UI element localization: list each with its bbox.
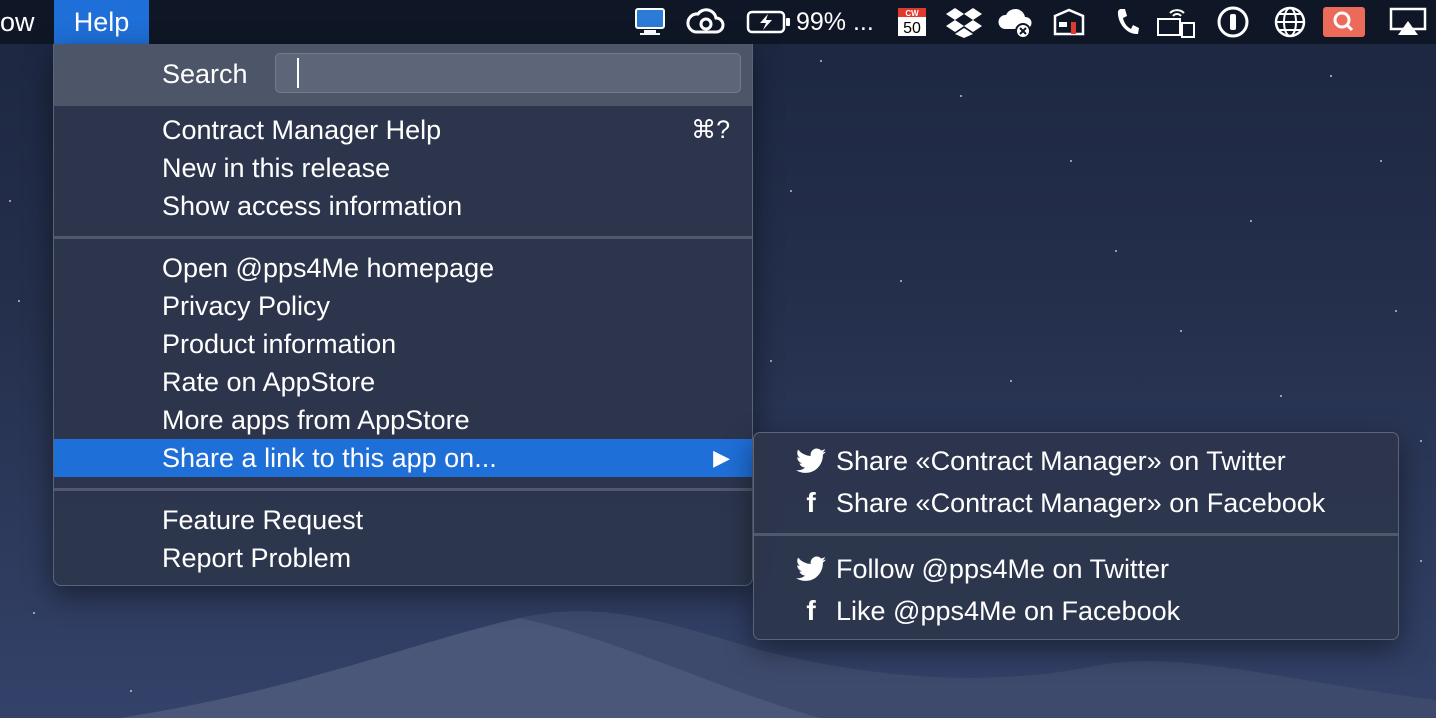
submenu-item-label: Share «Contract Manager» on Facebook	[836, 488, 1326, 518]
submenu-item-label: Follow @pps4Me on Twitter	[836, 554, 1170, 584]
submenu-item-label: Like @pps4Me on Facebook	[836, 596, 1181, 626]
menu-item-label: Contract Manager Help	[162, 115, 442, 145]
menu-item-rate-on-appstore[interactable]: Rate on AppStore	[54, 363, 752, 401]
globe-icon[interactable]	[1272, 6, 1308, 38]
menu-separator	[54, 488, 752, 491]
menu-item-label: Feature Request	[162, 505, 364, 535]
menu-item-label: Report Problem	[162, 543, 352, 573]
creative-cloud-icon[interactable]	[686, 6, 726, 38]
screen-share-icon[interactable]	[633, 6, 667, 38]
help-menu: Search Contract Manager Help ⌘? New in t…	[53, 44, 753, 586]
submenu-item-label: Share «Contract Manager» on Twitter	[836, 446, 1286, 476]
submenu-item-share-twitter[interactable]: Share «Contract Manager» on Twitter	[754, 440, 1398, 482]
twitter-icon	[794, 440, 828, 482]
menu-item-label: Open @pps4Me homepage	[162, 253, 495, 283]
phone-icon[interactable]	[1112, 6, 1142, 38]
wifi-display-icon[interactable]	[1156, 6, 1198, 38]
menu-item-feature-request[interactable]: Feature Request	[54, 501, 752, 539]
share-submenu: Share «Contract Manager» on Twitter f Sh…	[753, 432, 1399, 640]
help-search-input[interactable]	[275, 53, 741, 93]
menu-item-more-apps[interactable]: More apps from AppStore	[54, 401, 752, 439]
cw50-calendar-icon[interactable]: CW 50	[896, 6, 928, 38]
submenu-separator	[754, 533, 1398, 536]
search-label: Search	[162, 59, 248, 89]
menu-item-label: New in this release	[162, 153, 391, 183]
menu-item-label: Rate on AppStore	[162, 367, 376, 397]
menu-item-label: Privacy Policy	[162, 291, 331, 321]
svg-text:CW: CW	[905, 9, 919, 18]
submenu-item-like-facebook[interactable]: f Like @pps4Me on Facebook	[754, 590, 1398, 632]
password-manager-icon[interactable]	[1216, 6, 1250, 38]
backup-icon[interactable]	[1050, 6, 1088, 38]
help-search-row: Search	[54, 44, 752, 106]
svg-text:50: 50	[903, 20, 921, 37]
menu-item-open-homepage[interactable]: Open @pps4Me homepage	[54, 249, 752, 287]
twitter-icon	[794, 548, 828, 590]
menu-item-show-access-information[interactable]: Show access information	[54, 187, 752, 225]
menu-item-label: Share a link to this app on...	[162, 443, 497, 473]
battery-percentage: 99% ...	[796, 8, 874, 36]
menubar-help-item[interactable]: Help	[54, 0, 149, 44]
battery-icon[interactable]	[745, 6, 793, 38]
menu-item-share-link[interactable]: Share a link to this app on... ▶	[54, 439, 752, 477]
menu-item-contract-manager-help[interactable]: Contract Manager Help ⌘?	[54, 111, 752, 149]
search-app-icon[interactable]	[1322, 6, 1366, 38]
menu-item-label: Show access information	[162, 191, 463, 221]
menu-item-shortcut: ⌘?	[691, 116, 730, 144]
menubar-window-item[interactable]: ow	[0, 0, 35, 44]
airplay-icon[interactable]	[1388, 6, 1428, 38]
menu-item-privacy-policy[interactable]: Privacy Policy	[54, 287, 752, 325]
submenu-arrow-icon: ▶	[713, 445, 730, 470]
submenu-item-follow-twitter[interactable]: Follow @pps4Me on Twitter	[754, 548, 1398, 590]
menu-item-product-information[interactable]: Product information	[54, 325, 752, 363]
menu-item-report-problem[interactable]: Report Problem	[54, 539, 752, 577]
cloud-error-icon[interactable]	[997, 6, 1035, 39]
menu-item-new-in-release[interactable]: New in this release	[54, 149, 752, 187]
facebook-icon: f	[806, 487, 816, 518]
menu-item-label: More apps from AppStore	[162, 405, 470, 435]
submenu-item-share-facebook[interactable]: f Share «Contract Manager» on Facebook	[754, 482, 1398, 524]
dropbox-icon[interactable]	[945, 6, 983, 38]
text-caret	[297, 58, 299, 88]
facebook-icon: f	[806, 595, 816, 626]
menu-bar: ow Help 99% ... CW 50	[0, 0, 1436, 44]
menu-separator	[54, 236, 752, 239]
menu-item-label: Product information	[162, 329, 397, 359]
